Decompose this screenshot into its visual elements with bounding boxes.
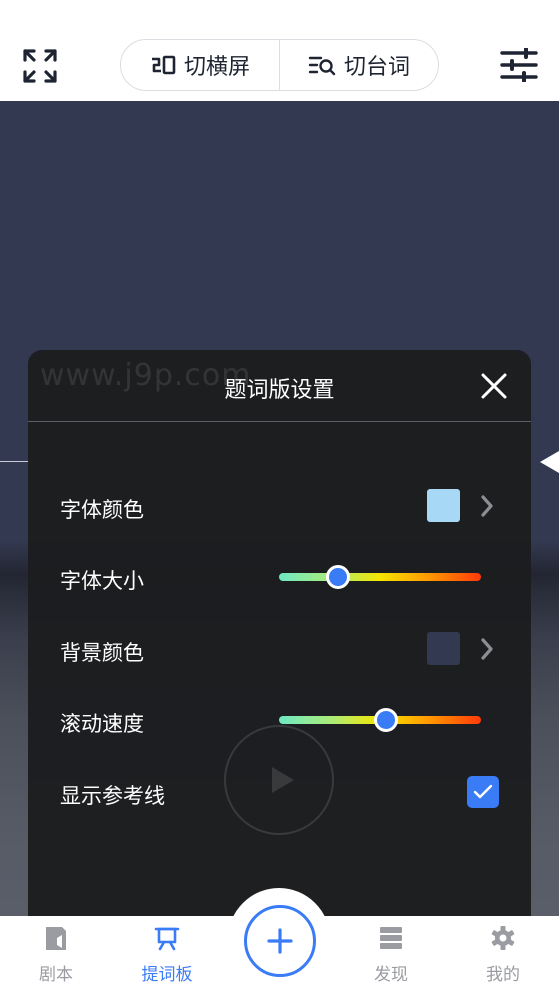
- background-color-swatch[interactable]: [427, 632, 460, 665]
- plus-icon: [267, 928, 293, 954]
- scroll-speed-slider[interactable]: [279, 708, 481, 732]
- show-guide-line-checkbox[interactable]: [467, 776, 499, 808]
- switch-lines-button[interactable]: 切台词: [279, 40, 438, 90]
- font-size-slider-knob[interactable]: [325, 565, 350, 589]
- panel-divider: [28, 421, 531, 422]
- script-book-icon: [46, 927, 66, 950]
- tab-script[interactable]: 剧本: [11, 924, 101, 985]
- font-color-label: 字体颜色: [60, 498, 144, 522]
- search-list-icon: [308, 56, 336, 76]
- tab-mine-label: 我的: [486, 965, 520, 985]
- scroll-speed-slider-knob[interactable]: [374, 708, 399, 732]
- switch-lines-label: 切台词: [343, 55, 410, 80]
- top-toolbar: 切横屏 切台词: [0, 0, 559, 101]
- checkmark-icon: [473, 784, 493, 799]
- panel-title: 题词版设置: [224, 378, 335, 403]
- gear-icon: [491, 926, 515, 950]
- font-size-slider[interactable]: [279, 565, 481, 589]
- landscape-icon: [151, 55, 176, 75]
- play-icon: [224, 725, 334, 835]
- sliders-icon[interactable]: [500, 47, 538, 83]
- chevron-right-icon[interactable]: [478, 494, 496, 518]
- tab-teleprompter[interactable]: 提词板: [122, 924, 212, 985]
- font-color-swatch[interactable]: [427, 489, 460, 522]
- background-color-label: 背景颜色: [60, 641, 144, 665]
- reference-guide-arrow-icon[interactable]: [540, 451, 559, 473]
- chevron-right-icon[interactable]: [478, 637, 496, 661]
- reference-guide-line: [0, 461, 30, 462]
- fullscreen-expand-icon[interactable]: [22, 48, 58, 84]
- add-button[interactable]: [244, 905, 316, 977]
- switch-landscape-label: 切横屏: [183, 55, 250, 80]
- tab-discover-label: 发现: [374, 965, 408, 985]
- discover-list-icon: [380, 927, 402, 949]
- mode-switch-group: 切横屏 切台词: [120, 39, 439, 91]
- scroll-speed-label: 滚动速度: [60, 712, 144, 736]
- teleprompter-icon: [154, 927, 180, 951]
- tab-mine[interactable]: 我的: [458, 924, 548, 985]
- show-guide-line-label: 显示参考线: [60, 784, 165, 808]
- prompter-settings-panel: www.j9p.com 题词版设置 字体颜色 字体大小 背景颜色 滚动速度 显示…: [28, 350, 531, 930]
- switch-landscape-button[interactable]: 切横屏: [121, 40, 279, 90]
- tab-teleprompter-label: 提词板: [141, 965, 193, 985]
- tab-discover[interactable]: 发现: [346, 924, 436, 985]
- close-icon[interactable]: [480, 372, 508, 400]
- tab-script-label: 剧本: [39, 965, 73, 985]
- font-size-label: 字体大小: [60, 569, 144, 593]
